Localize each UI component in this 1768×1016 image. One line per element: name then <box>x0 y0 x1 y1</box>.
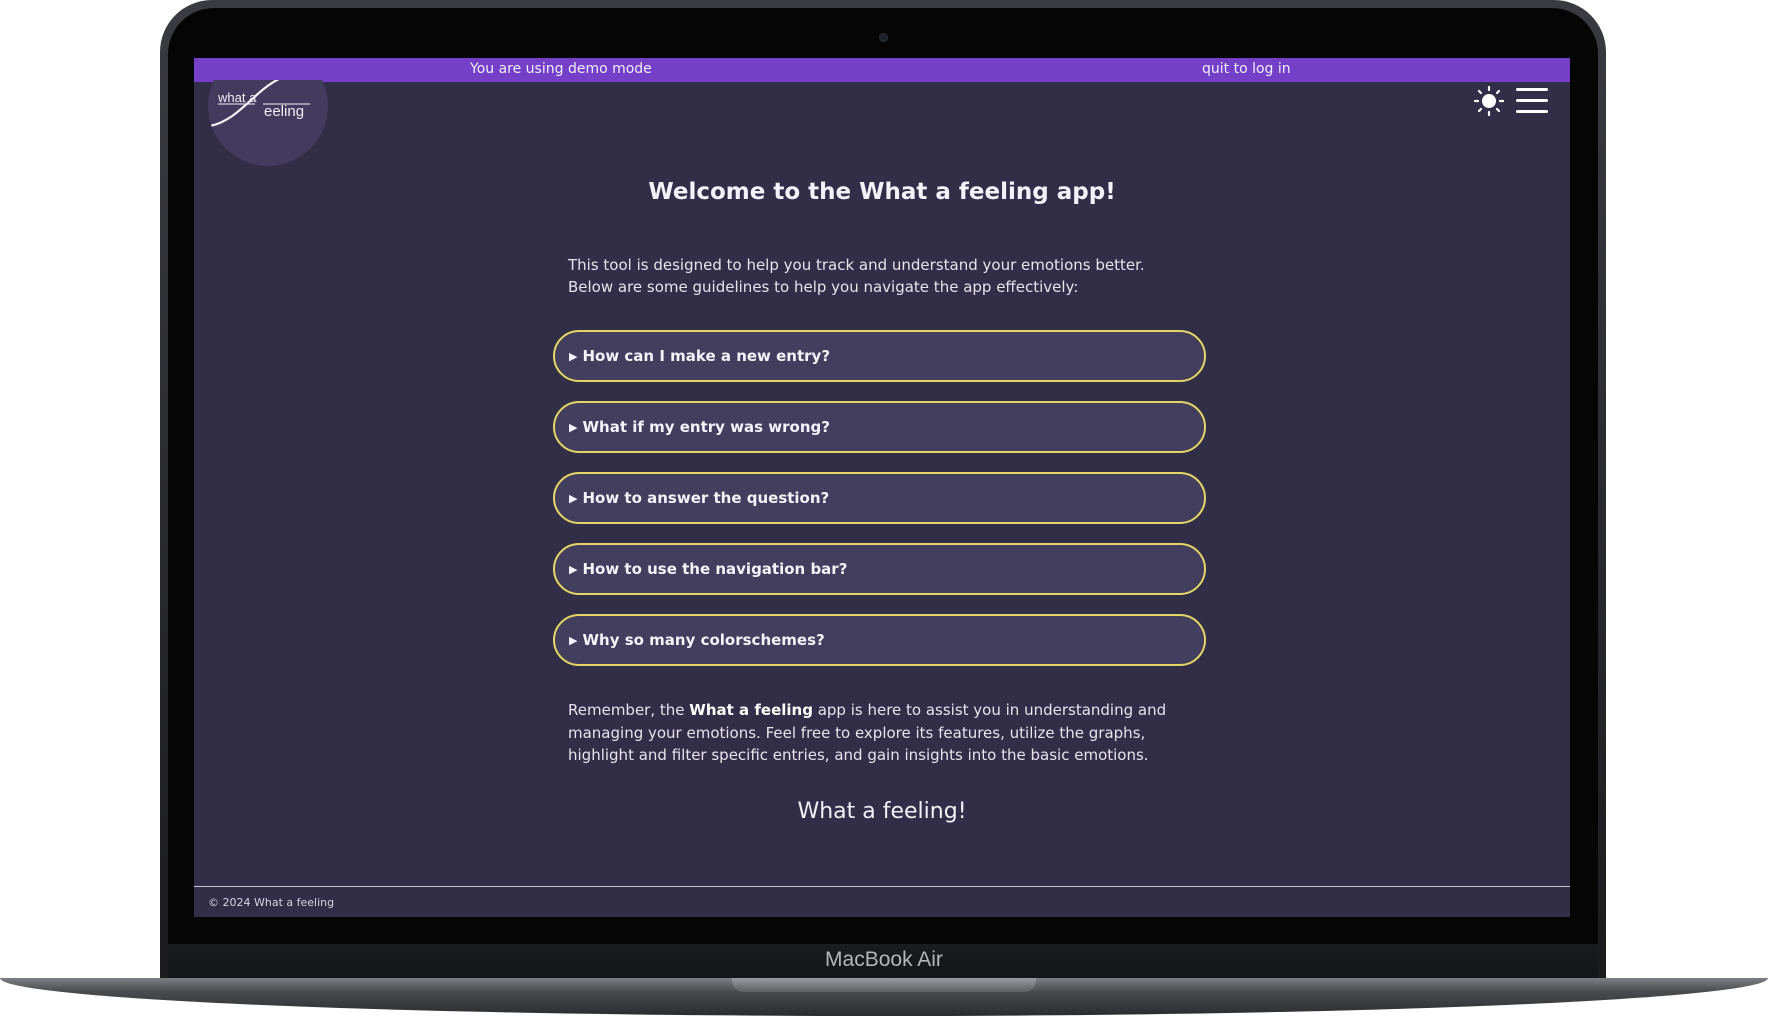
model-label: MacBook Air <box>825 948 943 971</box>
laptop-mockup: MacBook Air You are using demo mode quit… <box>0 0 1768 1016</box>
faq-question: ▶ How can I make a new entry? <box>569 347 830 365</box>
logo-text-bottom: eeling <box>264 103 305 120</box>
page-title: Welcome to the What a feeling app! <box>648 179 1116 205</box>
triangle-right-icon: ▶ <box>569 492 578 505</box>
menu-bar <box>1516 88 1548 91</box>
sun-icon <box>1473 85 1505 117</box>
logo-text-top: what a <box>218 90 257 105</box>
laptop-hinge <box>732 978 1036 992</box>
triangle-right-icon: ▶ <box>569 350 578 363</box>
closing-text: What a feeling! <box>797 799 967 824</box>
app-logo[interactable]: what a eeling <box>208 80 328 166</box>
triangle-right-icon: ▶ <box>569 421 578 434</box>
hamburger-menu-icon[interactable] <box>1516 88 1548 114</box>
menu-bar <box>1516 99 1548 102</box>
app-screen: You are using demo mode quit to log in w… <box>194 58 1570 917</box>
intro-paragraph: This tool is designed to help you track … <box>568 256 1145 296</box>
theme-toggle-button[interactable] <box>1473 85 1505 117</box>
faq-item-wrong-entry[interactable]: ▶ What if my entry was wrong? <box>553 401 1206 453</box>
faq-item-answer-question[interactable]: ▶ How to answer the question? <box>553 472 1206 524</box>
footer-divider <box>194 886 1570 887</box>
faq-item-colorschemes[interactable]: ▶ Why so many colorschemes? <box>553 614 1206 666</box>
demo-mode-text: You are using demo mode <box>470 61 652 77</box>
faq-item-navigation-bar[interactable]: ▶ How to use the navigation bar? <box>553 543 1206 595</box>
outro-paragraph: Remember, the What a feeling app is here… <box>568 699 1188 767</box>
triangle-right-icon: ▶ <box>569 634 578 647</box>
faq-item-new-entry[interactable]: ▶ How can I make a new entry? <box>553 330 1206 382</box>
faq-question: ▶ What if my entry was wrong? <box>569 418 830 436</box>
faq-question: ▶ How to use the navigation bar? <box>569 560 847 578</box>
footer-copyright: © 2024 What a feeling <box>208 896 335 909</box>
faq-question-text: Why so many colorschemes? <box>582 631 825 649</box>
faq-question: ▶ Why so many colorschemes? <box>569 631 825 649</box>
faq-question-text: How can I make a new entry? <box>582 347 831 365</box>
faq-question: ▶ How to answer the question? <box>569 489 829 507</box>
faq-question-text: What if my entry was wrong? <box>582 418 830 436</box>
outro-prefix: Remember, the <box>568 701 690 719</box>
outro-app-name: What a feeling <box>689 701 813 719</box>
triangle-right-icon: ▶ <box>569 563 578 576</box>
menu-bar <box>1516 110 1548 113</box>
quit-to-login-link[interactable]: quit to log in <box>1202 61 1291 77</box>
faq-question-text: How to use the navigation bar? <box>582 560 848 578</box>
faq-question-text: How to answer the question? <box>582 489 830 507</box>
camera-icon <box>879 33 888 42</box>
demo-banner: You are using demo mode quit to log in <box>194 58 1570 82</box>
